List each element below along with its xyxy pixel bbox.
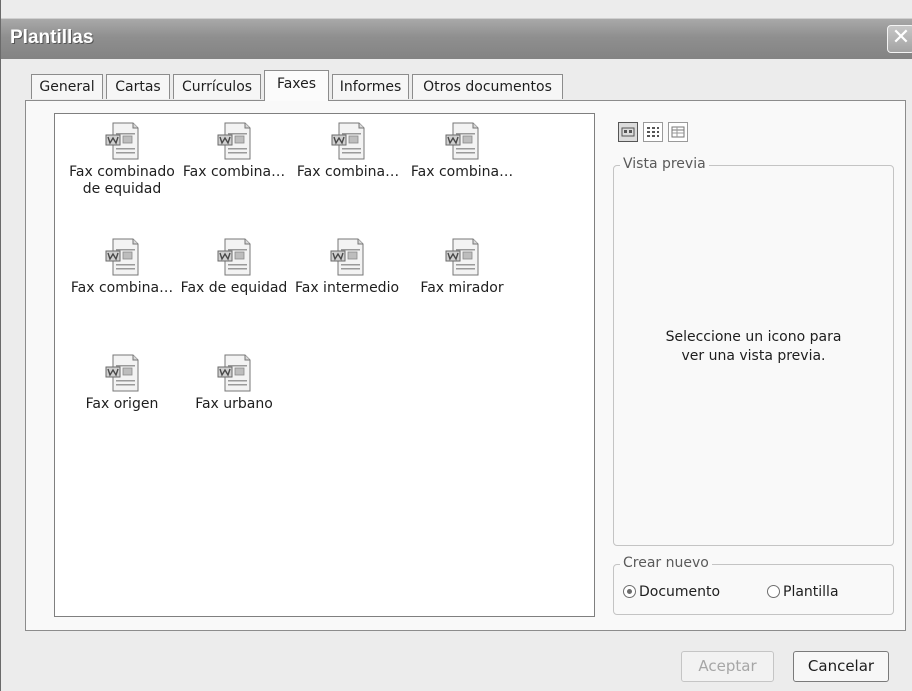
word-document-icon: [105, 122, 139, 160]
close-button[interactable]: ✕: [887, 25, 912, 53]
word-document-icon: [217, 122, 251, 160]
large-icons-view-icon: [621, 127, 635, 137]
dialog-title: Plantillas: [10, 27, 94, 48]
template-item[interactable]: Fax combina…: [179, 122, 289, 181]
word-document-icon: [445, 238, 479, 276]
details-view-icon: [671, 126, 685, 138]
close-icon: ✕: [891, 25, 911, 50]
list-view-button[interactable]: [643, 122, 663, 142]
list-view-icon: [647, 127, 659, 137]
preview-message-line1: Seleccione un icono para: [665, 329, 842, 345]
template-label: Fax combinado de equidad: [69, 164, 175, 197]
template-radio[interactable]: Plantilla: [767, 583, 839, 601]
tab-curriculos[interactable]: Currículos: [173, 74, 261, 99]
word-document-icon: [330, 238, 364, 276]
document-radio-label: Documento: [639, 584, 721, 600]
document-radio[interactable]: Documento: [623, 583, 720, 601]
templates-dialog: Plantillas ✕ General Cartas Currículos F…: [0, 0, 912, 691]
create-new-title: Crear nuevo: [620, 555, 712, 571]
large-icons-view-button[interactable]: [618, 122, 638, 142]
template-item[interactable]: Fax urbano: [179, 354, 289, 413]
tab-general[interactable]: General: [31, 74, 103, 99]
template-label: Fax combina…: [182, 164, 286, 180]
template-item[interactable]: Fax intermedio: [287, 238, 407, 297]
preview-group: Vista previa Seleccione un icono para ve…: [613, 156, 894, 546]
cancel-button[interactable]: Cancelar: [793, 651, 889, 682]
template-list[interactable]: Fax combinado de equidad Fax combina… Fa…: [54, 113, 595, 617]
title-bar[interactable]: Plantillas ✕: [1, 18, 912, 59]
accept-button[interactable]: Aceptar: [681, 651, 774, 682]
word-document-icon: [331, 122, 365, 160]
preview-message-line2: ver una vista previa.: [681, 348, 826, 364]
template-label: Fax combina…: [296, 164, 400, 180]
template-item[interactable]: Fax origen: [67, 354, 177, 413]
template-item[interactable]: Fax combina…: [293, 122, 403, 181]
template-label: Fax mirador: [420, 280, 504, 296]
template-label: Fax de equidad: [180, 280, 288, 296]
template-item[interactable]: Fax mirador: [407, 238, 517, 297]
preview-message: Seleccione un icono para ver una vista p…: [614, 328, 893, 366]
word-document-icon: [105, 354, 139, 392]
word-document-icon: [217, 354, 251, 392]
template-item[interactable]: Fax combina…: [407, 122, 517, 181]
template-item[interactable]: Fax combina…: [67, 238, 177, 297]
template-label: Fax intermedio: [294, 280, 400, 296]
template-label: Fax origen: [85, 396, 159, 412]
template-radio-label: Plantilla: [783, 584, 839, 600]
radio-unselected-icon: [767, 585, 780, 598]
template-item[interactable]: Fax combinado de equidad: [67, 122, 177, 198]
template-item[interactable]: Fax de equidad: [179, 238, 289, 297]
template-label: Fax urbano: [195, 396, 273, 412]
tab-otros-documentos[interactable]: Otros documentos: [412, 74, 563, 99]
preview-title: Vista previa: [620, 156, 709, 172]
word-document-icon: [105, 238, 139, 276]
details-view-button[interactable]: [668, 122, 688, 142]
template-label: Fax combina…: [70, 280, 174, 296]
tab-informes[interactable]: Informes: [332, 74, 409, 99]
tab-cartas[interactable]: Cartas: [106, 74, 170, 99]
word-document-icon: [217, 238, 251, 276]
word-document-icon: [445, 122, 479, 160]
radio-selected-icon: [623, 585, 636, 598]
template-label: Fax combina…: [410, 164, 514, 180]
tab-faxes[interactable]: Faxes: [264, 70, 329, 101]
